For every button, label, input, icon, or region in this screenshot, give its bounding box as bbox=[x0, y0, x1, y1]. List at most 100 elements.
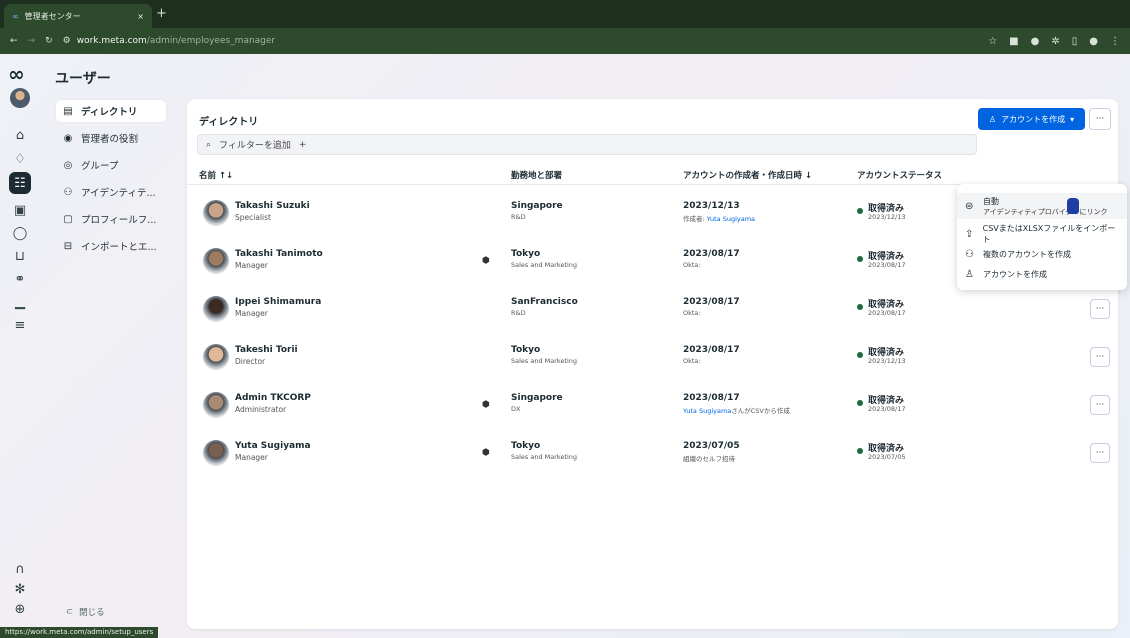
created-by-prefix: 作成者: bbox=[683, 215, 707, 223]
menu-item-multiple[interactable]: ⚇ 複数のアカウントを作成 bbox=[957, 245, 1127, 263]
bookmark-star-icon[interactable]: ☆ bbox=[988, 36, 997, 47]
avatar[interactable] bbox=[10, 88, 30, 108]
site-settings-icon[interactable]: ⚙ bbox=[63, 36, 71, 46]
department: Sales and Marketing bbox=[511, 261, 578, 269]
created-date: 2023/08/17 bbox=[683, 249, 740, 259]
nav-item-identity[interactable]: ⚇ アイデンティテ... bbox=[56, 181, 166, 203]
column-header-name[interactable]: 名前 ↑↓ bbox=[199, 169, 233, 181]
avatar[interactable] bbox=[203, 392, 229, 418]
gear-icon[interactable]: ✻ bbox=[9, 578, 31, 600]
create-account-button[interactable]: ♙ アカウントを作成 ▾ bbox=[978, 108, 1085, 130]
import-export-icon: ⊟ bbox=[63, 240, 73, 252]
globe-icon[interactable]: ⊕ bbox=[9, 598, 31, 620]
groups-icon[interactable]: ⚭ bbox=[9, 268, 31, 290]
back-icon[interactable]: ← bbox=[10, 36, 18, 46]
hand-cursor-icon bbox=[1067, 198, 1079, 214]
created-by: Okta: bbox=[683, 309, 701, 317]
home-icon[interactable]: ⌂ bbox=[9, 124, 31, 146]
created-by: 作成者: Yuta Sugiyama bbox=[683, 213, 755, 223]
forward-icon[interactable]: → bbox=[28, 36, 36, 46]
work-location: Singapore bbox=[511, 393, 563, 403]
new-tab-button[interactable]: + bbox=[156, 6, 167, 21]
settings-sliders-icon[interactable]: ≡ bbox=[9, 314, 31, 336]
user-name[interactable]: Ippei Shimamura bbox=[235, 297, 321, 307]
user-name[interactable]: Takashi Tanimoto bbox=[235, 249, 323, 259]
nav-item-profile-fields[interactable]: ▢ プロフィールフ... bbox=[56, 208, 166, 230]
status-date: 2023/08/17 bbox=[868, 405, 906, 413]
bell-icon[interactable]: ♢ bbox=[9, 148, 31, 170]
avatar[interactable] bbox=[203, 248, 229, 274]
department: Sales and Marketing bbox=[511, 357, 578, 365]
meta-logo[interactable]: ∞ bbox=[8, 62, 25, 86]
work-location: Singapore bbox=[511, 201, 563, 211]
avatar[interactable] bbox=[203, 200, 229, 226]
nav-item-import-export[interactable]: ⊟ インポートとエ... bbox=[56, 235, 166, 257]
nav-item-groups[interactable]: ◎ グループ bbox=[56, 154, 166, 176]
menu-item-auto[interactable]: ⊜ 自動 アイデンティティプロバイダーにリンク bbox=[957, 193, 1127, 219]
column-header-status[interactable]: アカウントステータス bbox=[857, 169, 942, 181]
row-more-button[interactable]: ··· bbox=[1090, 347, 1110, 367]
menu-item-single[interactable]: ♙ アカウントを作成 bbox=[957, 265, 1127, 283]
user-name[interactable]: Admin TKCORP bbox=[235, 393, 311, 403]
row-more-button[interactable]: ··· bbox=[1090, 395, 1110, 415]
user-name[interactable]: Yuta Sugiyama bbox=[235, 441, 311, 451]
admin-role-icon: ◉ bbox=[63, 132, 73, 144]
profile-icon[interactable]: ● bbox=[1089, 36, 1098, 47]
browser-tab-bar: ∞ 管理者センター × + bbox=[0, 0, 1130, 28]
row-more-button[interactable]: ··· bbox=[1090, 443, 1110, 463]
nav-item-directory[interactable]: ▤ ディレクトリ bbox=[56, 100, 166, 122]
column-header-location[interactable]: 勤務地と部署 bbox=[511, 169, 562, 181]
users-icon[interactable]: ☷ bbox=[9, 172, 31, 194]
column-header-created[interactable]: アカウントの作成者・作成日時 ↓ bbox=[683, 169, 812, 181]
devices-icon[interactable]: ▣ bbox=[9, 199, 31, 221]
add-filter-plus[interactable]: + bbox=[299, 140, 307, 150]
table-row[interactable]: Ippei Shimamura Manager SanFrancisco R&D 202… bbox=[187, 285, 1118, 333]
menu-item-import-csv[interactable]: ⇪ CSVまたはXLSXファイルをインポート bbox=[957, 224, 1127, 244]
lock-icon[interactable]: ∩ bbox=[9, 558, 31, 580]
admin-badge-icon: ⬢ bbox=[482, 256, 490, 266]
creator-link[interactable]: Yuta Sugiyama bbox=[707, 215, 755, 223]
user-role: Administrator bbox=[235, 405, 287, 414]
table-header: 名前 ↑↓ 勤務地と部署 アカウントの作成者・作成日時 ↓ アカウントステータス bbox=[187, 163, 1118, 185]
close-tab-icon[interactable]: × bbox=[137, 12, 144, 21]
avatar[interactable] bbox=[203, 296, 229, 322]
search-icon: ⌕ bbox=[206, 139, 212, 150]
nav-item-admin-roles[interactable]: ◉ 管理者の役割 bbox=[56, 127, 166, 149]
work-location: Tokyo bbox=[511, 441, 541, 451]
table-row[interactable]: Admin TKCORP Administrator ⬢ Singapore DX 202… bbox=[187, 381, 1118, 429]
user-name[interactable]: Takeshi Torii bbox=[235, 345, 298, 355]
menu-kebab-icon[interactable]: ⋮ bbox=[1110, 36, 1120, 47]
reload-icon[interactable]: ↻ bbox=[45, 36, 53, 46]
browser-tab[interactable]: ∞ 管理者センター × bbox=[4, 4, 152, 28]
table-row[interactable]: Takeshi Torii Director Tokyo Sales and Mark… bbox=[187, 333, 1118, 381]
extension-icon[interactable]: ● bbox=[1031, 36, 1040, 47]
more-options-button[interactable]: ··· bbox=[1089, 108, 1111, 130]
creator-link[interactable]: Yuta Sugiyama bbox=[683, 407, 731, 415]
extension-icon[interactable]: ■ bbox=[1009, 36, 1018, 47]
sidepanel-icon[interactable]: ▯ bbox=[1072, 36, 1078, 47]
created-date: 2023/07/05 bbox=[683, 441, 740, 451]
security-shield-icon[interactable]: ◯ bbox=[9, 222, 31, 244]
row-more-button[interactable]: ··· bbox=[1090, 299, 1110, 319]
filter-bar[interactable]: ⌕ フィルターを追加 + bbox=[197, 134, 977, 155]
avatar[interactable] bbox=[203, 344, 229, 370]
close-nav-button[interactable]: ⊂ 閉じる bbox=[66, 606, 105, 618]
add-filter-label[interactable]: フィルターを追加 bbox=[219, 138, 291, 151]
created-date: 2023/08/17 bbox=[683, 345, 740, 355]
menu-multiple-label: 複数のアカウントを作成 bbox=[983, 249, 1071, 259]
add-user-icon: ♙ bbox=[965, 268, 974, 280]
multiple-users-icon: ⚇ bbox=[965, 248, 974, 260]
status-date: 2023/12/13 bbox=[868, 213, 906, 221]
created-by: 組織のセルフ招待 bbox=[683, 453, 735, 463]
analytics-icon[interactable]: ▁ bbox=[9, 291, 31, 313]
status-date: 2023/08/17 bbox=[868, 309, 906, 317]
created-date: 2023/12/13 bbox=[683, 201, 740, 211]
table-row[interactable]: Yuta Sugiyama Manager ⬢ Tokyo Sales and Mark… bbox=[187, 429, 1118, 477]
admin-app: ∞ ⌂ ♢ ☷ ▣ ◯ ⊔ ⚭ ▁ ≡ ∩ ✻ ⊕ ユーザー ▤ ディレクトリ … bbox=[0, 54, 1130, 638]
cart-icon[interactable]: ⊔ bbox=[9, 245, 31, 267]
puzzle-icon[interactable]: ✲ bbox=[1051, 36, 1059, 47]
avatar[interactable] bbox=[203, 440, 229, 466]
status-dot bbox=[857, 448, 863, 454]
user-name[interactable]: Takashi Suzuki bbox=[235, 201, 310, 211]
url-field[interactable]: ⚙ work.meta.com/admin/employees_manager bbox=[63, 36, 276, 46]
